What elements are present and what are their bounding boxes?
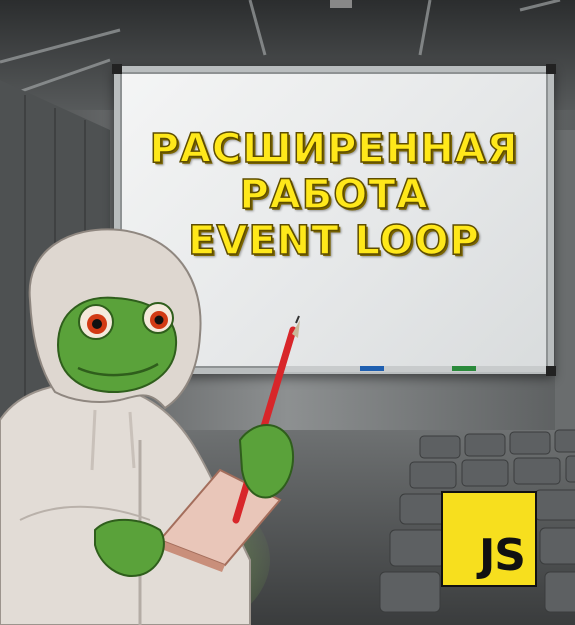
js-logo-badge: JS xyxy=(441,491,537,587)
js-logo-text: JS xyxy=(478,530,526,581)
frog-icon xyxy=(56,296,178,394)
